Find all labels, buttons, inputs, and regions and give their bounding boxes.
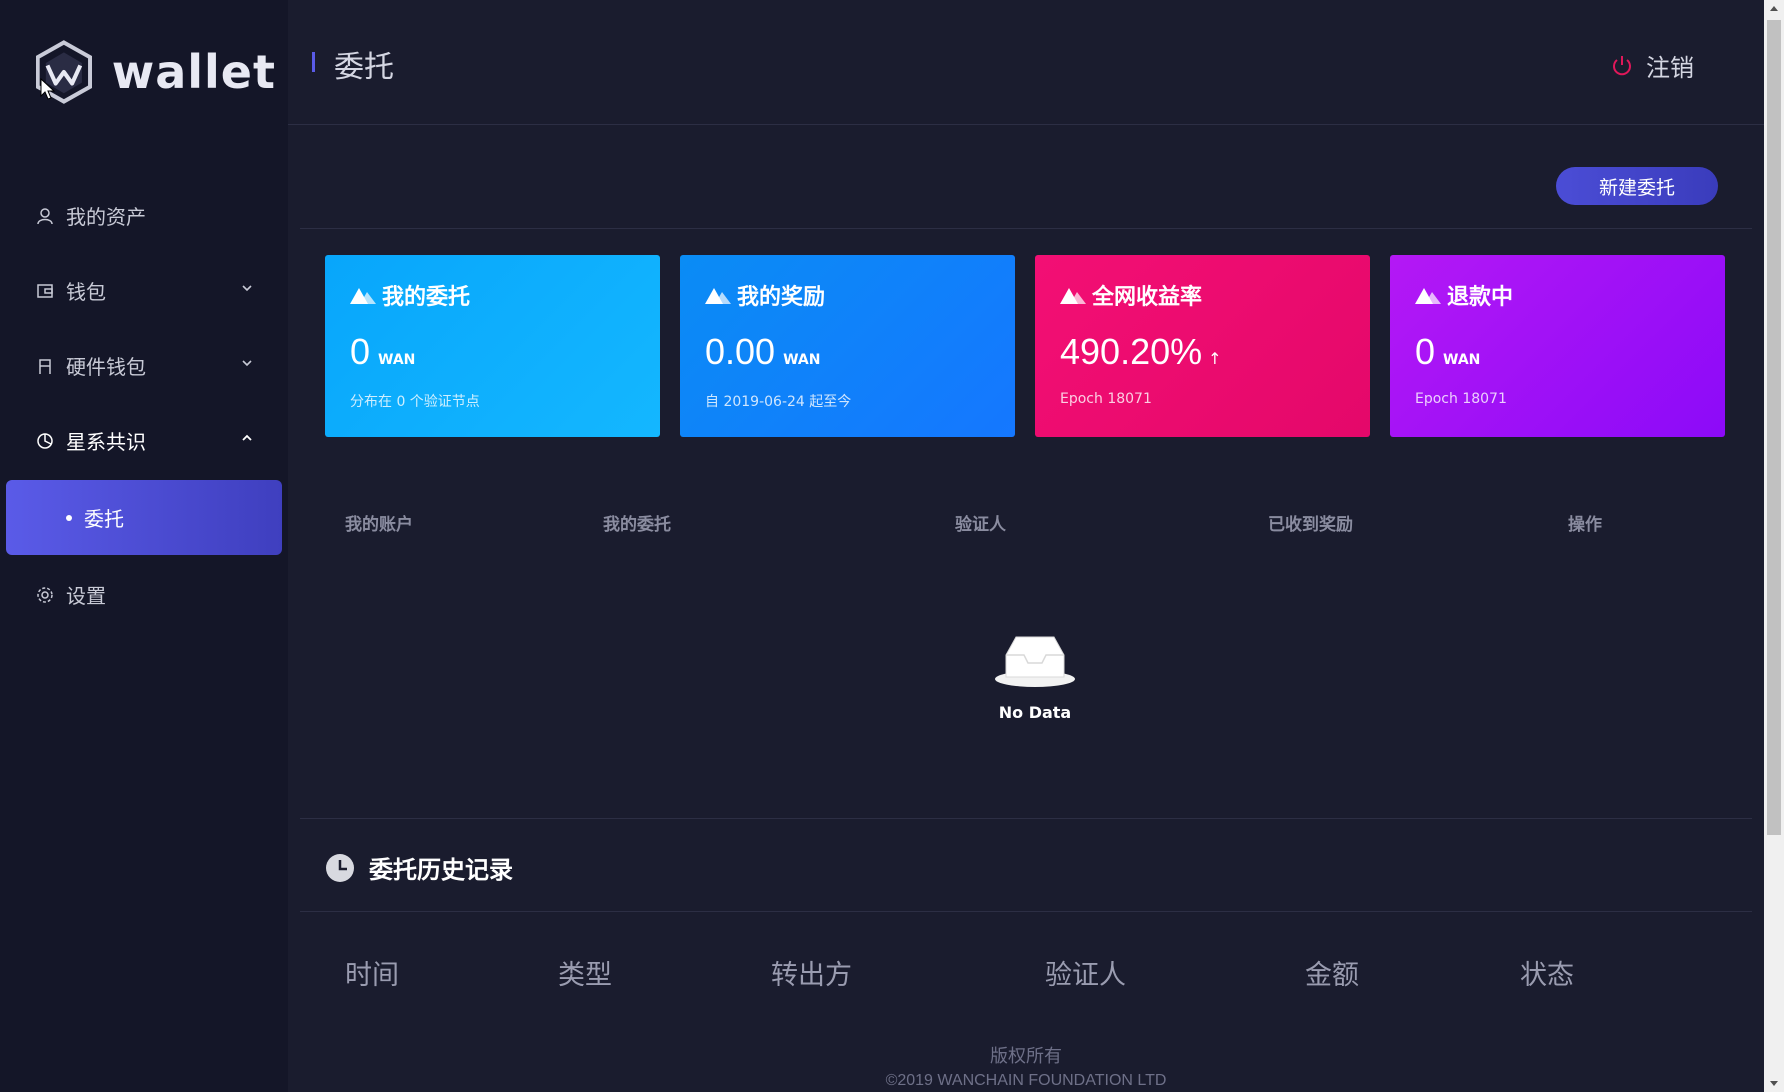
copyright-label: 版权所有 [990, 1046, 1062, 1067]
sidebar-item-settings[interactable]: 设置 [0, 557, 288, 632]
power-icon [1613, 55, 1631, 75]
new-delegation-button[interactable]: 新建委托 [1556, 167, 1718, 205]
mountain-icon [350, 288, 376, 304]
app-logo[interactable]: wallet [36, 32, 276, 112]
empty-state: No Data [985, 633, 1085, 722]
history-table-header: 时间 类型 转出方 验证人 金额 状态 [345, 953, 1725, 993]
card-value: 0 [1415, 331, 1436, 372]
column-header[interactable]: 我的委托 [603, 510, 671, 535]
clock-icon [326, 853, 354, 882]
scrollbar-thumb[interactable] [1767, 20, 1781, 835]
card-my-delegation: 我的委托 0 WAN 分布在 0 个验证节点 [325, 255, 660, 437]
sidebar-item-label: 星系共识 [66, 430, 146, 454]
column-header[interactable]: 金额 [1305, 953, 1359, 992]
wallet-icon [36, 282, 54, 300]
scroll-up-arrow-icon[interactable] [1764, 0, 1784, 18]
column-header[interactable]: 已收到奖励 [1268, 510, 1353, 535]
card-title: 我的奖励 [737, 285, 826, 310]
column-header[interactable]: 验证人 [1045, 953, 1126, 992]
sidebar-item-label: 设置 [66, 584, 106, 608]
history-title: 委托历史记录 [369, 856, 513, 884]
card-subtitle: Epoch 18071 [1415, 391, 1507, 407]
card-refunding: 退款中 0 WAN Epoch 18071 [1390, 255, 1725, 437]
user-icon [36, 207, 54, 225]
summary-cards: 我的委托 0 WAN 分布在 0 个验证节点 我的奖励 0.00 WAN 自 2… [325, 255, 1725, 437]
page-title: 委托 [334, 50, 394, 85]
divider [300, 228, 1752, 229]
sidebar-item-galaxy-consensus[interactable]: 星系共识 [0, 403, 288, 478]
main-content: 新建委托 我的委托 0 WAN 分布在 0 个验证节点 我的奖励 0.00 WA… [288, 125, 1764, 1092]
card-my-rewards: 我的奖励 0.00 WAN 自 2019-06-24 起至今 [680, 255, 1015, 437]
footer: 版权所有 ©2019 WANCHAIN FOUNDATION LTD [288, 1042, 1764, 1090]
mountain-icon [1060, 288, 1086, 304]
card-subtitle: 自 2019-06-24 起至今 [705, 394, 852, 410]
column-header[interactable]: 转出方 [771, 953, 852, 992]
chevron-up-icon [242, 434, 252, 441]
title-accent-bar [312, 52, 315, 72]
card-subtitle: 分布在 0 个验证节点 [350, 394, 480, 410]
history-section-title: 委托历史记录 [325, 850, 513, 885]
card-value: 490.20% [1060, 331, 1203, 372]
empty-inbox-icon [995, 636, 1075, 687]
sidebar-item-label: 硬件钱包 [66, 355, 146, 379]
page-header: 委托 注销 [288, 0, 1764, 125]
mouse-cursor-icon [40, 78, 56, 100]
card-title: 全网收益率 [1092, 285, 1203, 310]
divider [300, 911, 1752, 912]
sidebar-item-label: 委托 [84, 507, 124, 531]
logo-text: wallet [111, 45, 276, 99]
divider [300, 818, 1752, 819]
card-unit: WAN [1443, 352, 1481, 368]
sidebar-item-label: 钱包 [66, 280, 106, 304]
column-header[interactable]: 状态 [1520, 953, 1574, 992]
card-title: 我的委托 [382, 285, 471, 310]
column-header[interactable]: 类型 [558, 953, 612, 992]
chevron-down-icon [242, 360, 252, 367]
card-value: 0 [350, 331, 371, 372]
gear-icon [36, 586, 54, 604]
scroll-down-arrow-icon[interactable] [1764, 1074, 1784, 1092]
mountain-icon [705, 288, 731, 304]
copyright-text: ©2019 WANCHAIN FOUNDATION LTD [885, 1072, 1167, 1089]
chevron-down-icon [242, 285, 252, 292]
logout-button[interactable]: 注销 [1610, 48, 1694, 83]
column-header[interactable]: 操作 [1568, 510, 1602, 535]
column-header[interactable]: 验证人 [955, 510, 1006, 535]
card-unit: WAN [378, 352, 416, 368]
up-arrow-icon: ↑ [1208, 349, 1222, 368]
pie-chart-icon [36, 432, 54, 450]
card-subtitle: Epoch 18071 [1060, 391, 1152, 407]
sidebar-item-hardware-wallet[interactable]: 硬件钱包 [0, 328, 288, 403]
mountain-icon [1415, 288, 1441, 304]
card-value: 0.00 [705, 331, 776, 372]
no-data-text: No Data [998, 703, 1072, 722]
sidebar-item-label: 我的资产 [66, 205, 146, 229]
sidebar-item-wallet[interactable]: 钱包 [0, 253, 288, 328]
column-header[interactable]: 我的账户 [345, 510, 413, 535]
card-network-yield: 全网收益率 490.20% ↑ Epoch 18071 [1035, 255, 1370, 437]
column-header[interactable]: 时间 [345, 953, 399, 992]
card-unit: WAN [783, 352, 821, 368]
sidebar-item-delegation[interactable]: 委托 [6, 480, 282, 555]
sidebar: wallet 我的资产 钱包 硬件钱包 星系共识 委托 设置 [0, 0, 288, 1092]
card-title: 退款中 [1447, 285, 1514, 310]
logout-label: 注销 [1646, 54, 1694, 82]
sidebar-item-my-assets[interactable]: 我的资产 [0, 178, 288, 253]
bullet-dot-icon [66, 514, 72, 521]
sidebar-menu: 我的资产 钱包 硬件钱包 星系共识 委托 设置 [0, 178, 288, 632]
delegation-table-header: 我的账户 我的委托 验证人 已收到奖励 操作 [345, 510, 1725, 540]
vertical-scrollbar[interactable] [1764, 0, 1784, 1092]
hardware-icon [36, 357, 54, 375]
